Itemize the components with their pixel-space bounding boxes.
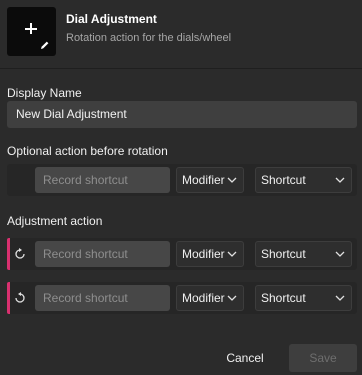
shortcut-select-value: Shortcut bbox=[261, 173, 306, 187]
before-rotation-label: Optional action before rotation bbox=[7, 144, 168, 158]
modifier-select[interactable]: Modifier bbox=[176, 285, 244, 311]
modifier-select-value: Modifier bbox=[182, 247, 225, 261]
adjustment-row-clockwise: Record shortcut Modifier Shortcut bbox=[7, 238, 357, 270]
modifier-select[interactable]: Modifier bbox=[176, 241, 244, 267]
row-accent-bar bbox=[7, 238, 10, 270]
record-shortcut-field[interactable]: Record shortcut bbox=[35, 241, 170, 267]
rotate-counterclockwise-icon bbox=[15, 292, 25, 303]
modifier-select-value: Modifier bbox=[182, 173, 225, 187]
chevron-down-icon bbox=[227, 295, 237, 301]
dialog-subtitle: Rotation action for the dials/wheel bbox=[66, 32, 232, 44]
dialog-header: Dial Adjustment Rotation action for the … bbox=[0, 0, 362, 68]
shortcut-select-value: Shortcut bbox=[261, 291, 306, 305]
modifier-select-value: Modifier bbox=[182, 291, 225, 305]
before-rotation-row: Record shortcut Modifier Shortcut bbox=[7, 164, 357, 196]
row-accent-bar bbox=[7, 282, 10, 314]
display-name-input[interactable]: New Dial Adjustment bbox=[7, 101, 357, 128]
cancel-button[interactable]: Cancel bbox=[218, 346, 272, 370]
modifier-select[interactable]: Modifier bbox=[176, 167, 244, 193]
plus-icon bbox=[25, 22, 38, 35]
rotate-clockwise-icon bbox=[15, 248, 25, 259]
chevron-down-icon bbox=[335, 251, 345, 257]
chevron-down-icon bbox=[335, 295, 345, 301]
header-divider bbox=[0, 68, 362, 69]
chevron-down-icon bbox=[227, 251, 237, 257]
shortcut-select[interactable]: Shortcut bbox=[255, 285, 352, 311]
display-name-label: Display Name bbox=[7, 86, 82, 100]
pencil-icon[interactable] bbox=[40, 40, 50, 50]
save-button[interactable]: Save bbox=[289, 344, 357, 372]
adjustment-row-counterclockwise: Record shortcut Modifier Shortcut bbox=[7, 282, 357, 314]
chevron-down-icon bbox=[227, 177, 237, 183]
chevron-down-icon bbox=[335, 177, 345, 183]
adjustment-action-label: Adjustment action bbox=[7, 214, 103, 228]
record-shortcut-field[interactable]: Record shortcut bbox=[35, 285, 170, 311]
shortcut-select[interactable]: Shortcut bbox=[255, 241, 352, 267]
shortcut-select-value: Shortcut bbox=[261, 247, 306, 261]
dialog-title: Dial Adjustment bbox=[66, 12, 157, 26]
record-shortcut-field[interactable]: Record shortcut bbox=[35, 167, 170, 193]
shortcut-select[interactable]: Shortcut bbox=[255, 167, 352, 193]
action-icon-button[interactable] bbox=[7, 7, 56, 56]
